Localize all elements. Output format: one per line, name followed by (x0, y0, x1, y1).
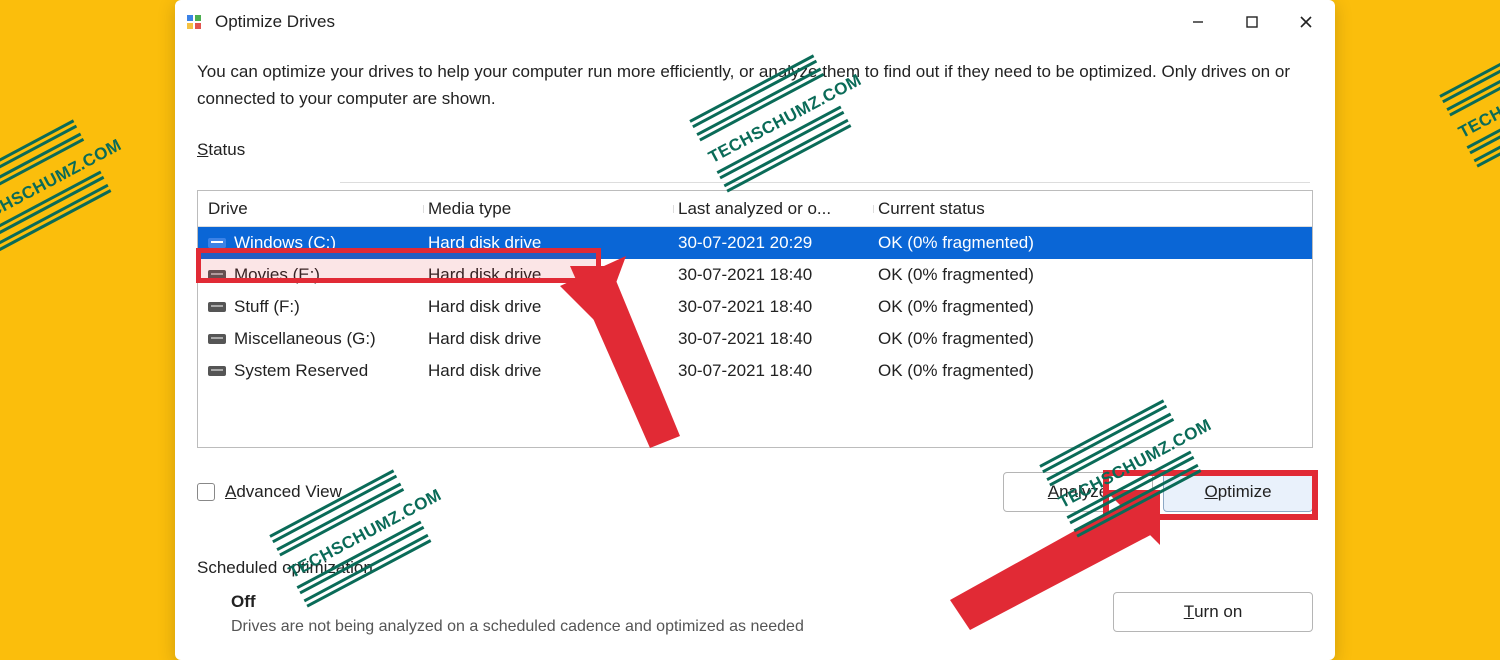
app-icon (185, 12, 205, 32)
drive-name: Stuff (F:) (234, 297, 300, 317)
table-row[interactable]: Miscellaneous (G:) Hard disk drive30-07-2… (198, 323, 1312, 355)
optimize-button[interactable]: Optimize (1163, 472, 1313, 512)
last-analyzed-cell: 30-07-2021 18:40 (678, 361, 878, 381)
col-drive[interactable]: Drive (208, 199, 428, 219)
table-row[interactable]: Stuff (F:) Hard disk drive30-07-2021 18:4… (198, 291, 1312, 323)
advanced-view-checkbox[interactable]: Advanced View (197, 482, 342, 502)
drive-icon (208, 302, 226, 312)
drive-icon (208, 334, 226, 344)
last-analyzed-cell: 30-07-2021 18:40 (678, 265, 878, 285)
col-current-status[interactable]: Current status (878, 199, 1312, 219)
divider (340, 182, 1310, 183)
last-analyzed-cell: 30-07-2021 20:29 (678, 233, 878, 253)
col-last-analyzed[interactable]: Last analyzed or o... (678, 199, 878, 219)
drive-icon (208, 366, 226, 376)
watermark: TECHSCHUMZ.COM (0, 105, 141, 263)
maximize-button[interactable] (1225, 3, 1279, 41)
table-row[interactable]: Movies (E:) Hard disk drive30-07-2021 18:… (198, 259, 1312, 291)
table-row[interactable]: System Reserved Hard disk drive30-07-2021… (198, 355, 1312, 387)
scheduled-subtext: Drives are not being analyzed on a sched… (231, 618, 804, 636)
drive-name-cell: Windows (C:) (208, 233, 428, 253)
scheduled-state: Off (231, 592, 804, 612)
maximize-icon (1245, 15, 1259, 29)
current-status-cell: OK (0% fragmented) (878, 233, 1312, 253)
drive-name-cell: Movies (E:) (208, 265, 428, 285)
drive-table: Drive Media type Last analyzed or o... C… (197, 190, 1313, 448)
current-status-cell: OK (0% fragmented) (878, 361, 1312, 381)
media-type-cell: Hard disk drive (428, 297, 678, 317)
watermark: TECHSCHUMZ.COM (1439, 15, 1500, 173)
last-analyzed-cell: 30-07-2021 18:40 (678, 329, 878, 349)
drive-icon (208, 270, 226, 280)
optimize-drives-window: Optimize Drives You can optimize your dr… (175, 0, 1335, 660)
media-type-cell: Hard disk drive (428, 361, 678, 381)
turn-on-button[interactable]: Turn on (1113, 592, 1313, 632)
current-status-cell: OK (0% fragmented) (878, 265, 1312, 285)
description-text: You can optimize your drives to help you… (197, 58, 1313, 112)
analyze-button[interactable]: Analyze (1003, 472, 1153, 512)
col-media-type[interactable]: Media type (428, 199, 678, 219)
media-type-cell: Hard disk drive (428, 233, 678, 253)
last-analyzed-cell: 30-07-2021 18:40 (678, 297, 878, 317)
media-type-cell: Hard disk drive (428, 265, 678, 285)
drive-name: Windows (C:) (234, 233, 336, 253)
table-row[interactable]: Windows (C:) Hard disk drive30-07-2021 20… (198, 227, 1312, 259)
drive-name: Movies (E:) (234, 265, 320, 285)
current-status-cell: OK (0% fragmented) (878, 297, 1312, 317)
titlebar: Optimize Drives (175, 0, 1335, 44)
current-status-cell: OK (0% fragmented) (878, 329, 1312, 349)
drive-name: System Reserved (234, 361, 368, 381)
minimize-icon (1191, 15, 1205, 29)
status-label: Status (197, 140, 245, 160)
media-type-cell: Hard disk drive (428, 329, 678, 349)
drive-icon (208, 238, 226, 248)
drive-name-cell: Miscellaneous (G:) (208, 329, 428, 349)
drive-name-cell: Stuff (F:) (208, 297, 428, 317)
minimize-button[interactable] (1171, 3, 1225, 41)
window-title: Optimize Drives (215, 12, 1171, 32)
scheduled-optimization-label: Scheduled optimization (197, 558, 1313, 578)
close-button[interactable] (1279, 3, 1333, 41)
checkbox-icon (197, 483, 215, 501)
advanced-view-label: Advanced View (225, 482, 342, 502)
drive-name: Miscellaneous (G:) (234, 329, 376, 349)
drive-table-header[interactable]: Drive Media type Last analyzed or o... C… (198, 191, 1312, 227)
drive-name-cell: System Reserved (208, 361, 428, 381)
close-icon (1299, 15, 1313, 29)
